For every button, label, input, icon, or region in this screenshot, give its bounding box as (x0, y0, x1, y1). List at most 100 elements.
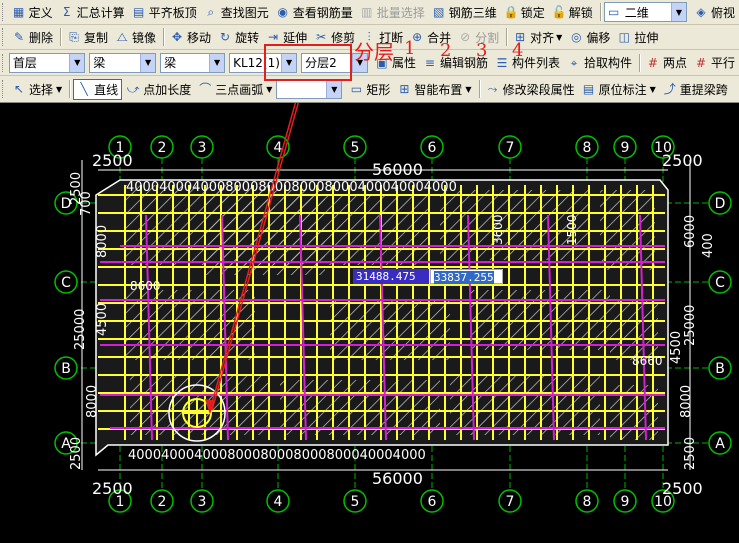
dimension-label: 700 (79, 191, 94, 216)
align-button[interactable]: ⊞ 对齐 ▼ (510, 27, 565, 48)
line-icon: ╲ (80, 82, 88, 96)
merge-button[interactable]: ⊕ 合并 (407, 27, 454, 48)
axis-circle-right: C (708, 270, 732, 294)
sum-calc-button[interactable]: Σ 汇总计算 (57, 2, 128, 23)
category-select[interactable]: 梁 ▼ (89, 52, 157, 73)
view-mode-select[interactable]: ▭ 二维 ▼ (603, 2, 687, 22)
point-extend-button[interactable]: ⤻ 点加长度 (123, 79, 194, 100)
main-toolbar: ▦ 定义 Σ 汇总计算 ▤ 平齐板顶 ⌕ 查找图元 ◉ 查看钢筋量 ▥ 批量选择 ▧ 钢筋三维… (0, 0, 739, 25)
rotate-button[interactable]: ↻ 旋转 (215, 27, 262, 48)
stretch-button[interactable]: ◫ 拉伸 (614, 27, 661, 48)
modify-span-props-button[interactable]: ⤳ 修改梁段属性 (483, 79, 578, 100)
unlock-button[interactable]: 🔓 解锁 (549, 2, 596, 23)
sigma-icon: Σ (62, 5, 71, 19)
define-button[interactable]: ▦ 定义 (9, 2, 56, 23)
mirror-button[interactable]: ⧍ 镜像 (112, 27, 159, 48)
svg-text:A: A (715, 436, 725, 452)
reextract-span-button[interactable]: ⤴ 重提梁跨 (660, 79, 731, 100)
rotate-icon: ↻ (220, 30, 231, 44)
mirror-icon: ⧍ (116, 30, 128, 44)
svg-text:2: 2 (158, 494, 167, 510)
axis-circle-top: 2 (150, 135, 174, 159)
coord-y-input[interactable]: 33837.255 (430, 269, 503, 284)
dimension-label: 2500 (92, 479, 133, 498)
chevron-down-icon: ▼ (69, 53, 85, 72)
svg-text:6: 6 (428, 494, 437, 510)
flat-top-button[interactable]: ▤ 平齐板顶 (129, 2, 200, 23)
misc-label: 1500 (565, 214, 579, 245)
svg-text:8: 8 (583, 140, 592, 156)
move-button[interactable]: ✥ 移动 (167, 27, 214, 48)
cad-drawing-canvas[interactable]: 1 2 3 4 5 6 7 8 9 101 2 3 4 5 6 7 8 9 10DCBADCBA 560005600… (0, 103, 739, 543)
svg-text:6: 6 (428, 140, 437, 156)
move-icon: ✥ (172, 30, 183, 44)
svg-text:5: 5 (351, 140, 360, 156)
list-icon: ☰ (496, 55, 508, 70)
view-rebar-qty-button[interactable]: ◉ 查看钢筋量 (273, 2, 356, 23)
span-dimensions-bottom: 400040004000800080008000800040004000 (128, 448, 426, 463)
trim-button[interactable]: ✂ 修剪 (311, 27, 358, 48)
find-element-button[interactable]: ⌕ 查找图元 (201, 2, 272, 23)
dimension-label: 25000 (683, 305, 698, 346)
axis-circle-bottom: 3 (190, 489, 214, 513)
rebar-3d-icon: ▧ (433, 5, 445, 19)
axis-circle-top: 9 (613, 135, 637, 159)
parallel-button[interactable]: # 平行 (691, 52, 738, 73)
modify-span-icon: ⤳ (487, 82, 498, 96)
rectangle-button[interactable]: ▭ 矩形 (346, 79, 393, 100)
edit-rebar-button[interactable]: ≡ 编辑钢筋 (420, 52, 491, 73)
pick-component-button[interactable]: ⌖ 拾取构件 (564, 52, 635, 73)
dimension-label: 8000 (679, 385, 694, 418)
three-point-arc-button[interactable]: ⌒ 三点画弧 ▼ (195, 79, 275, 100)
origin-annotation-button[interactable]: ▤ 原位标注 ▼ (579, 79, 659, 100)
chevron-down-icon: ▼ (140, 53, 156, 72)
axis-circle-bottom: 2 (150, 489, 174, 513)
axis-circle-top: 8 (575, 135, 599, 159)
svg-text:7: 7 (506, 140, 515, 156)
dimension-label: 8000 (95, 225, 110, 258)
component-list-button[interactable]: ☰ 构件列表 (492, 52, 563, 73)
extend-button[interactable]: ⇥ 延伸 (263, 27, 310, 48)
total-dimension-bottom: 56000 (372, 469, 423, 488)
top-view-button[interactable]: ◈ 俯视 (691, 2, 738, 23)
select-button[interactable]: ↖ 选择 ▼ (9, 79, 65, 100)
delete-button[interactable]: ✎ 删除 (9, 27, 56, 48)
copy-icon: ⎘ (69, 30, 79, 44)
properties-button[interactable]: ▣ 属性 (372, 52, 419, 73)
batch-select-button[interactable]: ▥ 批量选择 (357, 2, 428, 23)
rebar-3d-button[interactable]: ▧ 钢筋三维 (429, 2, 500, 23)
offset-button[interactable]: ◎ 偏移 (566, 27, 613, 48)
cursor-icon: ↖ (13, 82, 25, 96)
dimension-label: 2500 (69, 437, 84, 470)
component-select[interactable]: KL12(1) ▼ (229, 52, 298, 73)
smart-layout-button[interactable]: ⊞ 智能布置 ▼ (394, 79, 474, 100)
line-button[interactable]: ╲ 直线 (73, 78, 123, 100)
dimension-label: 25000 (73, 309, 88, 350)
dimension-label: 400 (701, 233, 716, 258)
lock-button[interactable]: 🔒 锁定 (501, 2, 548, 23)
arc-option-select[interactable]: ▼ (276, 79, 343, 99)
break-button[interactable]: ⫶ 打断 (359, 27, 406, 48)
split-button[interactable]: ⊘ 分割 (455, 27, 502, 48)
two-points-icon: # (647, 55, 658, 70)
unlock-icon: 🔓 (551, 5, 567, 19)
axis-circle-bottom: 6 (420, 489, 444, 513)
axis-circle-left: C (54, 270, 78, 294)
floor-select[interactable]: 首层 ▼ (8, 52, 86, 73)
dimension-label: 2500 (662, 479, 703, 498)
two-points-button[interactable]: # 两点 (643, 52, 690, 73)
axis-circle-right: A (708, 431, 732, 455)
axis-circle-bottom: 4 (266, 489, 290, 513)
edit-toolbar: ✎ 删除 ⎘ 复制 ⧍ 镜像 ✥ 移动 ↻ 旋转 ⇥ 延伸 ✂ 修剪 ⫶ 打断 ⊕ 合并 ⊘ 分割 … (0, 25, 739, 50)
span-dimensions-top: 4000400040008000800080008000400040004000 (126, 180, 457, 195)
dropdown-arrow-icon: ▼ (649, 84, 656, 94)
dimension-label: 2500 (92, 151, 133, 170)
copy-button[interactable]: ⎘ 复制 (64, 27, 111, 48)
properties-icon: ▣ (376, 55, 388, 70)
top-view-icon: ◈ (696, 5, 706, 19)
type-select[interactable]: 梁 ▼ (160, 52, 226, 73)
layer-select[interactable]: 分层2 ▼ (301, 52, 368, 73)
coord-x-input[interactable]: 31488.475 (353, 269, 429, 284)
offset-icon: ◎ (571, 30, 582, 44)
chevron-down-icon: ▼ (209, 53, 225, 72)
